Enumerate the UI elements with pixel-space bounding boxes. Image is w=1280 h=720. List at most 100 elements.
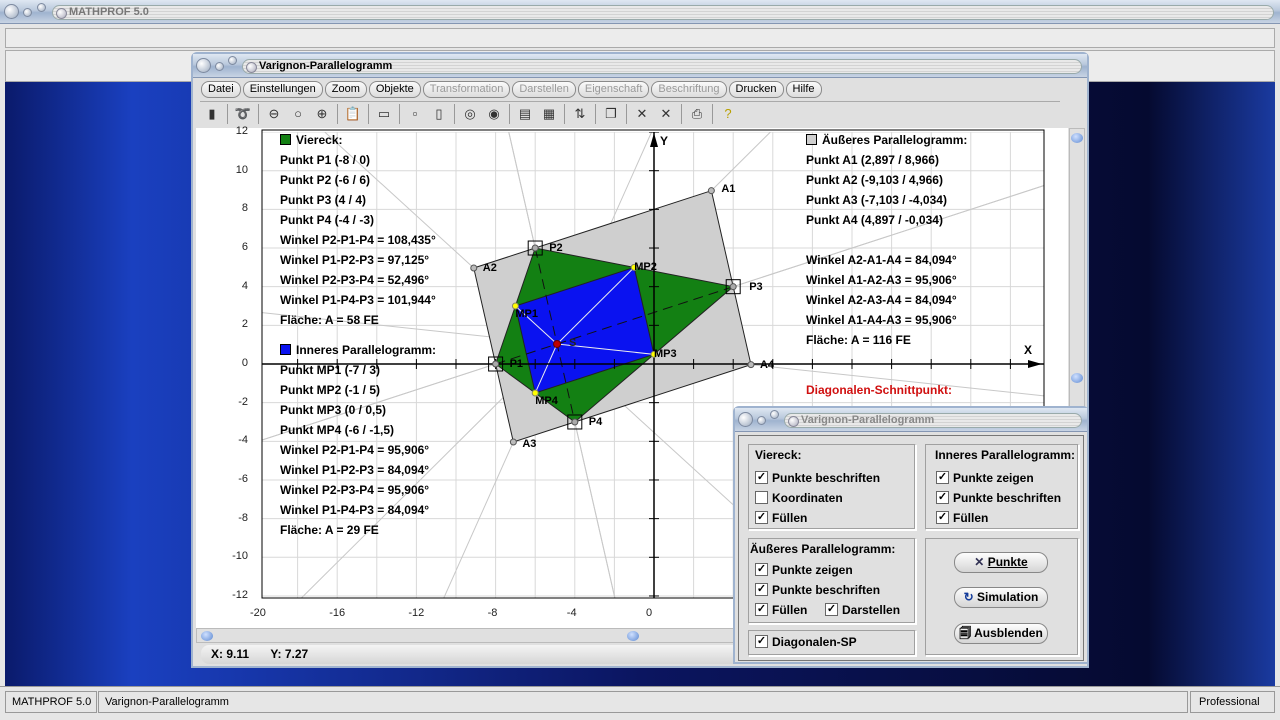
point-label-p2: P2 (549, 242, 563, 255)
x-tick-label: -16 (329, 607, 346, 619)
point-label-a4: A4 (759, 358, 775, 371)
quad-point (729, 283, 737, 291)
outer-info-line: Winkel A1-A4-A3 = 95,906° (806, 313, 957, 327)
y-tick-label: -2 (238, 395, 248, 408)
y-tick-label: -6 (238, 472, 248, 485)
inner-checkbox[interactable]: ✓ Füllen (936, 511, 988, 525)
inner-info-title: Inneres Parallelogramm: (296, 343, 437, 357)
y-axis-label: Y (660, 134, 669, 148)
viereck-info-line: Punkt P1 (-8 / 0) (280, 153, 371, 167)
outer-group-title: Äußeres Parallelogramm: (750, 542, 896, 556)
outer-info-title: Äußeres Parallelogramm: (822, 133, 968, 147)
y-tick-label: -4 (238, 434, 248, 447)
refresh-icon: ↻ (963, 590, 974, 604)
outer-point (707, 187, 715, 195)
inner-checkbox[interactable]: ✓ Punkte zeigen (936, 471, 1034, 485)
dialog-close-button[interactable] (738, 412, 753, 427)
inner-group-title: Inneres Parallelogramm: (935, 448, 1076, 462)
point-label-mp1: MP1 (515, 308, 539, 320)
simulation-button[interactable]: ↻ Simulation (954, 587, 1048, 608)
checkbox-box[interactable]: ✓ (825, 603, 838, 616)
dialog-minimize-button[interactable] (757, 416, 766, 425)
checkbox-box[interactable]: ✓ (755, 635, 768, 648)
checkbox-box[interactable]: ✓ (936, 491, 949, 504)
y-tick-label: 4 (241, 279, 248, 292)
outer-point (509, 438, 517, 446)
outer-darstellen-checkbox[interactable]: ✓ Darstellen (825, 603, 900, 617)
status-edition: Professional (1190, 691, 1275, 713)
quad-point (492, 360, 500, 368)
outer-point (747, 361, 755, 369)
viereck-checkbox[interactable]: ✓ Punkte beschriften (755, 471, 880, 485)
inner-info-line: Punkt MP1 (-7 / 3) (280, 363, 381, 377)
x-tick-label: 0 (646, 607, 653, 619)
dialog-title: Varignon-Parallelogramm (784, 413, 1082, 428)
outer-checkbox[interactable]: ✓ Füllen (755, 603, 807, 617)
outer-info-line: Punkt A3 (-7,103 / -4,034) (806, 193, 947, 207)
checkbox-box[interactable]: ✓ (755, 511, 768, 524)
points-icon: ✕ (974, 555, 985, 569)
checkbox-box[interactable]: ✓ (755, 603, 768, 616)
inner-info-line: Fläche: A = 29 FE (280, 523, 379, 537)
ausblenden-button[interactable]: 🗐 Ausblenden (954, 623, 1048, 644)
viereck-info-line: Winkel P2-P1-P4 = 108,435° (280, 233, 436, 247)
point-label-mp2: MP2 (634, 261, 657, 274)
point-label-mp4: MP4 (535, 394, 558, 407)
viereck-info-line: Winkel P2-P3-P4 = 52,496° (280, 273, 430, 287)
point-label-p3: P3 (749, 280, 763, 293)
statusbar: MATHPROF 5.0 Varignon-Parallelogramm Pro… (0, 686, 1280, 720)
viereck-info-line: Punkt P3 (4 / 4) (280, 193, 367, 207)
x-tick-label: -12 (408, 607, 425, 619)
y-tick-label: 6 (241, 241, 248, 254)
inner-info-line: Punkt MP2 (-1 / 5) (280, 383, 381, 397)
inner-info-line: Punkt MP4 (-6 / -1,5) (280, 423, 395, 437)
punkte-button[interactable]: ✕ Punkte (954, 552, 1048, 573)
settings-dialog: Varignon-Parallelogramm Viereck: Inneres… (733, 406, 1089, 664)
diagonal-sp-checkbox[interactable]: ✓ Diagonalen-SP (755, 635, 857, 649)
checkbox-box[interactable]: ✓ (755, 563, 768, 576)
viereck-info-line: Fläche: A = 58 FE (280, 313, 379, 327)
outer-checkbox[interactable]: ✓ Punkte zeigen (755, 563, 853, 577)
inner-checkbox[interactable]: ✓ Punkte beschriften (936, 491, 1061, 505)
x-tick-label: -4 (566, 607, 577, 619)
dialog-maximize-button[interactable] (770, 410, 779, 419)
outer-info-line: Fläche: A = 116 FE (806, 333, 911, 347)
viereck-checkbox[interactable]: Koordinaten (755, 491, 843, 505)
y-tick-label: -12 (232, 588, 248, 601)
intersection-label: S (569, 337, 577, 349)
outer-legend-swatch (806, 134, 817, 145)
inner-info-line: Winkel P2-P3-P4 = 95,906° (280, 483, 430, 497)
viereck-info-line: Punkt P4 (-4 / -3) (280, 213, 375, 227)
point-label-a2: A2 (482, 262, 497, 274)
viereck-info-line: Punkt P2 (-6 / 6) (280, 173, 371, 187)
x-tick-label: -20 (250, 607, 266, 619)
y-tick-label: 12 (235, 125, 248, 138)
y-tick-label: -8 (238, 511, 248, 524)
point-label-p1: P1 (509, 358, 524, 370)
viereck-checkbox[interactable]: ✓ Füllen (755, 511, 807, 525)
x-axis-label: X (1024, 343, 1033, 357)
checkbox-box[interactable]: ✓ (755, 583, 768, 596)
inner-info-line: Winkel P1-P4-P3 = 84,094° (280, 503, 430, 517)
y-tick-label: 8 (241, 202, 248, 215)
outer-info-line: Punkt A2 (-9,103 / 4,966) (806, 173, 943, 187)
checkbox-box[interactable] (755, 491, 768, 504)
checkbox-box[interactable]: ✓ (755, 471, 768, 484)
point-label-p4: P4 (588, 415, 603, 428)
viereck-info-line: Winkel P1-P2-P3 = 97,125° (280, 253, 430, 267)
viereck-info-line: Winkel P1-P4-P3 = 101,944° (280, 293, 436, 307)
viereck-info-title: Viereck: (296, 133, 343, 147)
checkbox-box[interactable]: ✓ (936, 471, 949, 484)
point-label-a3: A3 (522, 437, 537, 450)
y-tick-label: 2 (241, 318, 248, 331)
inner-info-line: Punkt MP3 (0 / 0,5) (280, 403, 387, 417)
outer-point (470, 264, 478, 272)
diagonal-intersection-title: Diagonalen-Schnittpunkt: (806, 383, 952, 397)
x-tick-label: -8 (487, 607, 498, 619)
checkbox-box[interactable]: ✓ (936, 511, 949, 524)
y-axis-arrow (650, 133, 658, 147)
outer-checkbox[interactable]: ✓ Punkte beschriften (755, 583, 880, 597)
outer-info-line: Winkel A2-A1-A4 = 84,094° (806, 253, 957, 267)
inner-info-line: Winkel P2-P1-P4 = 95,906° (280, 443, 430, 457)
y-tick-label: 0 (241, 357, 248, 369)
